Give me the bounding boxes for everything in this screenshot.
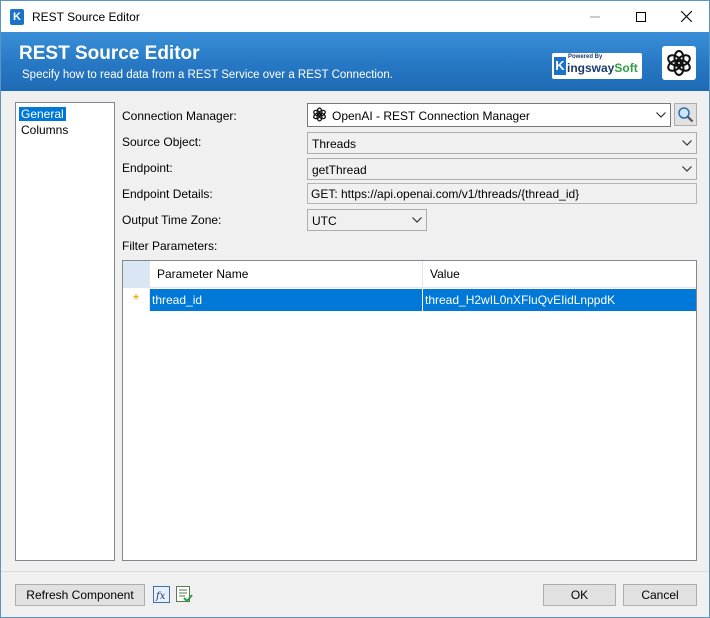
svg-text:fx: fx — [155, 591, 166, 602]
source-object-select[interactable]: Threads — [307, 132, 697, 154]
logo-wordmark-main: ingsway — [567, 61, 615, 75]
expression-fx-icon[interactable]: fx — [153, 586, 170, 603]
refresh-component-button[interactable]: Refresh Component — [15, 584, 145, 606]
banner-title: REST Source Editor — [19, 43, 200, 64]
browse-connection-button[interactable] — [674, 103, 697, 126]
logo-k-mark: K — [554, 57, 566, 75]
grid-header: Parameter Name Value — [123, 261, 696, 288]
connection-manager-select[interactable]: OpenAI - REST Connection Manager — [307, 103, 671, 127]
kingswaysoft-logo: Powered By K ingswaySoft — [552, 53, 642, 79]
minimize-button[interactable] — [572, 1, 618, 32]
connection-manager-label: Connection Manager: — [122, 109, 237, 123]
ok-button[interactable]: OK — [543, 584, 616, 606]
endpoint-select[interactable]: getThread — [307, 158, 697, 180]
title-bar[interactable]: K REST Source Editor — [1, 1, 709, 32]
close-button[interactable] — [663, 1, 709, 32]
connection-manager-value: OpenAI - REST Connection Manager — [332, 109, 530, 123]
endpoint-details-label: Endpoint Details: — [122, 187, 213, 201]
chevron-down-icon — [682, 140, 692, 146]
chevron-down-icon — [682, 166, 692, 172]
nav-item-general[interactable]: General — [19, 107, 66, 121]
endpoint-label: Endpoint: — [122, 161, 173, 175]
logo-powered-by: Powered By — [568, 54, 603, 60]
column-header-parameter-name[interactable]: Parameter Name — [150, 261, 422, 288]
filter-parameters-label: Filter Parameters: — [122, 239, 218, 253]
logo-wordmark-accent: Soft — [614, 61, 638, 75]
source-object-value: Threads — [312, 137, 357, 151]
output-time-zone-select[interactable]: UTC — [307, 209, 427, 231]
minimize-icon — [590, 16, 600, 17]
endpoint-details-value: GET: https://api.openai.com/v1/threads/{… — [311, 187, 580, 201]
kingswaysoft-app-icon: K — [10, 9, 24, 25]
filter-parameters-grid[interactable]: Parameter Name Value * thread_id thread_… — [122, 260, 697, 561]
magnifier-icon — [678, 107, 694, 123]
grid-corner-cell[interactable] — [123, 261, 150, 288]
header-banner: REST Source Editor Specify how to read d… — [1, 32, 709, 91]
parameter-value-cell[interactable]: thread_H2wIL0nXFluQvEIidLnppdK — [422, 289, 696, 311]
openai-icon — [313, 107, 326, 122]
endpoint-value: getThread — [312, 163, 367, 177]
close-icon — [680, 11, 692, 22]
window-title: REST Source Editor — [32, 10, 140, 24]
table-row[interactable]: * thread_id thread_H2wIL0nXFluQvEIidLnpp… — [123, 289, 696, 311]
output-time-zone-value: UTC — [312, 214, 337, 228]
parameter-name-cell[interactable]: thread_id — [150, 289, 422, 311]
banner-subtitle: Specify how to read data from a REST Ser… — [22, 69, 393, 81]
new-row-marker-icon[interactable]: * — [123, 289, 150, 311]
openai-logo-icon — [662, 46, 696, 80]
maximize-button[interactable] — [618, 1, 664, 32]
validate-list-icon[interactable] — [176, 586, 193, 603]
output-time-zone-label: Output Time Zone: — [122, 213, 222, 227]
cancel-button[interactable]: Cancel — [623, 584, 697, 606]
endpoint-details-field[interactable]: GET: https://api.openai.com/v1/threads/{… — [307, 183, 697, 204]
column-header-value[interactable]: Value — [422, 261, 696, 288]
footer-divider — [1, 571, 709, 572]
nav-item-columns[interactable]: Columns — [19, 123, 70, 137]
maximize-icon — [636, 11, 646, 22]
rest-source-editor-window: K REST Source Editor REST Source Editor … — [0, 0, 710, 618]
chevron-down-icon — [656, 112, 666, 118]
logo-wordmark: ingswaySoft — [567, 61, 638, 75]
page-list: General Columns — [15, 102, 115, 561]
source-object-label: Source Object: — [122, 135, 202, 149]
chevron-down-icon — [412, 217, 422, 223]
